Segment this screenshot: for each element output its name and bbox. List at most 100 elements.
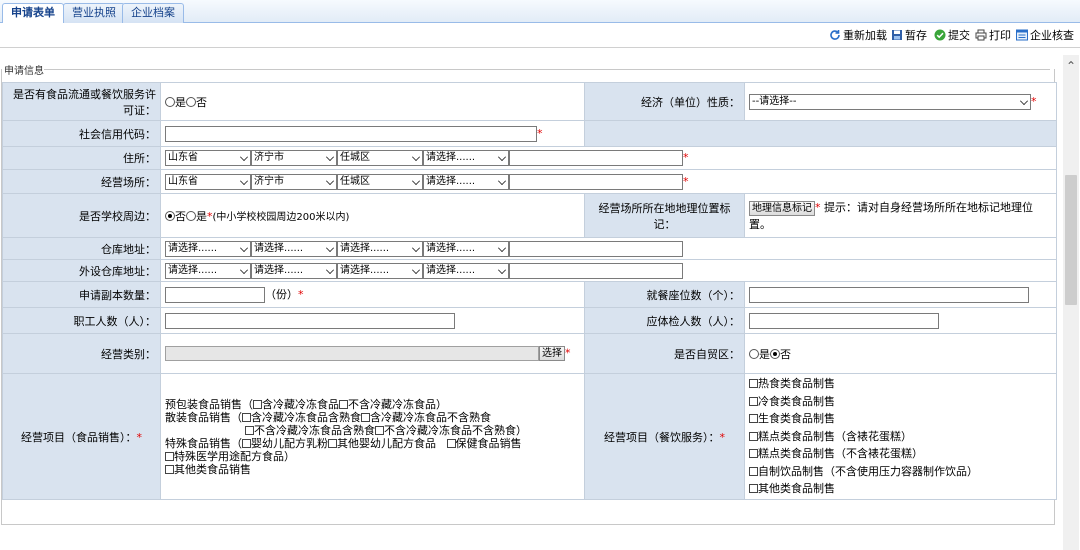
option-label: 不含冷藏冷冻食品） [348,397,447,411]
required-mark: * [136,430,143,444]
category-select-button[interactable]: 选择 [539,346,565,361]
sales-line-other: 其他类食品销售 [165,463,580,476]
warehouse-select-3[interactable]: 请选择...... [337,240,423,257]
address-district-select[interactable]: 任城区 [337,150,423,166]
catering-option: 糕点类食品制售（含裱花蛋糕） [749,428,1052,446]
label-text: 是否有食品流通或餐饮服务许可证： [13,87,156,117]
ext-warehouse-select-4[interactable]: 请选择...... [423,262,509,279]
checkbox[interactable] [328,438,337,448]
copies-label: 申请副本数量： [2,281,161,308]
label-text: 经营项目（食品销售）： [21,430,137,444]
option-label: 自制饮品制售（不含使用压力容器制作饮品） [758,464,978,478]
checkbox[interactable] [446,438,456,448]
school-yes-radio[interactable] [186,210,196,221]
sales-line-bulk: 散装食品销售（ 含冷藏冷冻食品含熟食 含冷藏冷冻食品不含熟食 [165,411,580,424]
checkbox[interactable] [749,466,758,476]
school-no-radio[interactable] [165,210,175,221]
checkbox[interactable] [242,438,251,448]
health-field [744,307,1057,334]
checkbox[interactable] [749,379,758,389]
required-mark: * [298,288,304,301]
chevron-down-icon [240,153,248,161]
checkbox[interactable] [253,399,262,409]
option-label: 热食类食品制售 [758,377,835,391]
checkbox[interactable] [165,464,174,474]
biz-street-select[interactable]: 请选择...... [423,173,509,190]
ext-warehouse-select-1[interactable]: 请选择...... [165,262,251,279]
economy-select[interactable]: --请选择-- [749,93,1031,110]
checkbox[interactable] [245,425,254,435]
checkbox[interactable] [749,396,758,406]
label-text: 应体检人数（人）： [646,314,741,328]
warehouse-select-4[interactable]: 请选择...... [423,240,509,257]
checkbox[interactable] [749,431,758,441]
radio-label: 否 [780,347,791,361]
chevron-down-icon [498,153,506,161]
address-city-select[interactable]: 济宁市 [251,150,337,166]
enterprise-check-button[interactable]: 企业核查 [1016,27,1074,45]
scroll-thumb[interactable] [1065,175,1077,305]
license-field: 是否 [160,82,585,121]
staff-label: 职工人数（人）： [2,307,161,334]
checkbox[interactable] [361,412,370,422]
label-text: 是否自贸区： [674,347,740,361]
credit-code-field: * [160,120,585,147]
scroll-up-icon[interactable]: ⌃ [1063,58,1079,74]
catering-option: 自制饮品制售（不含使用压力容器制作饮品） [749,463,1052,481]
option-label: 保健食品销售 [455,436,522,450]
checkbox[interactable] [242,412,251,422]
ftz-no-radio[interactable] [770,348,780,359]
address-street-select[interactable]: 请选择...... [423,150,509,166]
required-mark: * [683,174,689,188]
ext-warehouse-select-3[interactable]: 请选择...... [337,262,423,279]
radio-label: 否 [175,209,186,223]
ext-warehouse-select-2[interactable]: 请选择...... [251,262,337,279]
ext-warehouse-detail-input[interactable] [509,262,683,279]
chevron-down-icon [412,176,420,185]
geo-mark-button[interactable]: 地理信息标记 [749,200,815,216]
school-note: (中小学校校园周边200米以内) [212,211,350,223]
checkbox[interactable] [165,451,174,461]
enterprise-check-label: 企业核查 [1030,29,1074,42]
biz-city-select[interactable]: 济宁市 [251,173,337,190]
ftz-yes-radio[interactable] [749,348,759,359]
label-text: 是否学校周边： [79,209,156,223]
save-draft-button[interactable]: 暂存 [891,27,927,45]
checkbox[interactable] [749,449,758,459]
warehouse-select-2[interactable]: 请选择...... [251,240,337,257]
label-text: 外设仓库地址： [79,264,156,278]
license-yes-radio[interactable] [165,96,175,107]
option-prefix: 预包装食品销售（ [165,397,253,411]
warehouse-select-1[interactable]: 请选择...... [165,240,251,257]
checkbox[interactable] [749,484,758,494]
license-no-radio[interactable] [186,96,196,107]
health-input[interactable] [749,312,939,329]
checkbox[interactable] [375,425,384,435]
economy-label: 经济（单位）性质： [584,82,745,121]
tab-enterprise-archive[interactable]: 企业档案 [122,3,184,23]
biz-district-select[interactable]: 任城区 [337,173,423,190]
address-province-select[interactable]: 山东省 [165,150,251,166]
seats-input[interactable] [749,286,1029,303]
select-value: 请选择...... [254,264,304,276]
biz-detail-input[interactable] [509,173,683,190]
tab-business-license[interactable]: 营业执照 [63,3,125,23]
print-button[interactable]: 打印 [975,27,1011,45]
checkbox[interactable] [339,399,348,409]
credit-code-input[interactable] [165,125,537,142]
copies-input[interactable] [165,287,265,303]
floppy-icon [892,30,902,40]
biz-province-select[interactable]: 山东省 [165,173,251,190]
staff-input[interactable] [165,312,455,329]
reload-button[interactable]: 重新加载 [829,27,887,45]
address-detail-input[interactable] [509,150,683,166]
warehouse-detail-input[interactable] [509,240,683,257]
submit-button[interactable]: 提交 [934,27,970,45]
option-prefix: 特殊食品销售（ [165,436,242,450]
checkbox[interactable] [749,414,758,424]
application-form: 是否有食品流通或餐饮服务许可证： 是否 经济（单位）性质： --请选择-- * 社… [2,82,1057,500]
tab-application-form[interactable]: 申请表单 [2,3,64,24]
sales-line-bulk-2: 不含冷藏冷冻食品含熟食 不含冷藏冷冻食品不含熟食） [165,424,580,437]
option-label: 其他类食品销售 [174,462,251,476]
select-value: 任城区 [340,152,370,163]
